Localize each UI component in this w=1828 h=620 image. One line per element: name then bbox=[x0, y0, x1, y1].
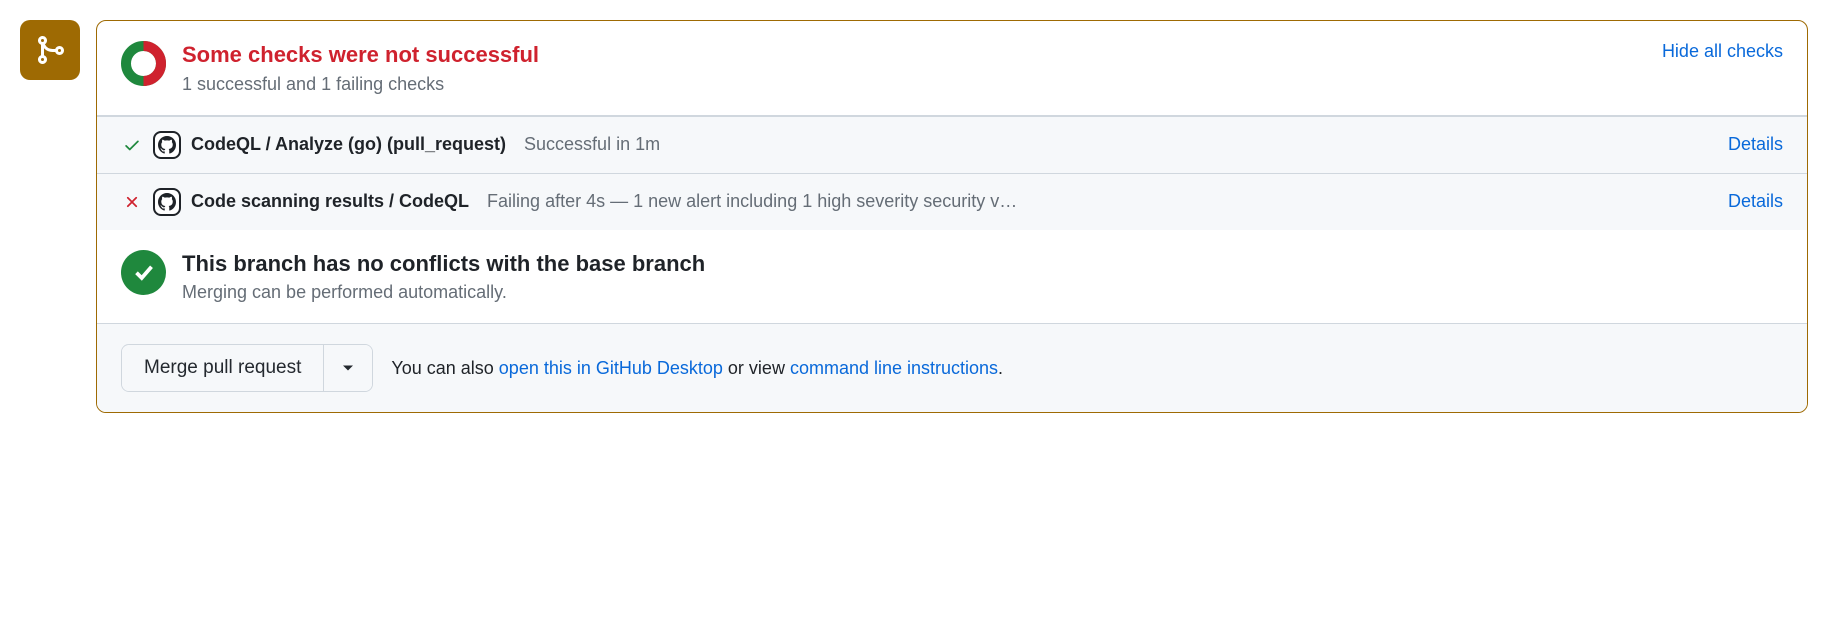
git-merge-icon bbox=[34, 34, 66, 66]
check-description: Failing after 4s — 1 new alert including… bbox=[487, 191, 1718, 212]
conflict-title: This branch has no conflicts with the ba… bbox=[182, 250, 1783, 279]
merge-pull-request-button[interactable]: Merge pull request bbox=[122, 345, 323, 391]
open-github-desktop-link[interactable]: open this in GitHub Desktop bbox=[499, 358, 723, 378]
check-name: Code scanning results / CodeQL bbox=[191, 191, 469, 212]
check-fail-icon bbox=[121, 191, 143, 213]
conflict-subtitle: Merging can be performed automatically. bbox=[182, 282, 1783, 303]
checks-status-title: Some checks were not successful bbox=[182, 41, 1646, 70]
merge-footer-text: You can also open this in GitHub Desktop… bbox=[391, 358, 1003, 379]
check-details-link[interactable]: Details bbox=[1728, 191, 1783, 212]
footer-suffix: . bbox=[998, 358, 1003, 378]
merge-status-box: Some checks were not successful 1 succes… bbox=[96, 20, 1808, 413]
status-donut-icon bbox=[121, 41, 166, 86]
check-description: Successful in 1m bbox=[524, 134, 1718, 155]
hide-all-checks-link[interactable]: Hide all checks bbox=[1662, 41, 1783, 62]
merge-button-group: Merge pull request bbox=[121, 344, 373, 392]
command-line-link[interactable]: command line instructions bbox=[790, 358, 998, 378]
github-app-icon bbox=[153, 188, 181, 216]
footer-prefix: You can also bbox=[391, 358, 498, 378]
conflict-status-section: This branch has no conflicts with the ba… bbox=[97, 230, 1807, 324]
check-row: CodeQL / Analyze (go) (pull_request) Suc… bbox=[97, 116, 1807, 173]
checks-status-subtitle: 1 successful and 1 failing checks bbox=[182, 74, 1646, 95]
check-details-link[interactable]: Details bbox=[1728, 134, 1783, 155]
success-circle-icon bbox=[121, 250, 166, 295]
check-row: Code scanning results / CodeQL Failing a… bbox=[97, 173, 1807, 230]
merge-footer: Merge pull request You can also open thi… bbox=[97, 323, 1807, 412]
checks-status-section: Some checks were not successful 1 succes… bbox=[97, 21, 1807, 116]
footer-mid: or view bbox=[723, 358, 790, 378]
check-success-icon bbox=[121, 134, 143, 156]
checks-list: CodeQL / Analyze (go) (pull_request) Suc… bbox=[97, 116, 1807, 230]
check-name: CodeQL / Analyze (go) (pull_request) bbox=[191, 134, 506, 155]
git-merge-timeline-badge bbox=[20, 20, 80, 80]
chevron-down-icon bbox=[342, 364, 354, 372]
github-app-icon bbox=[153, 131, 181, 159]
merge-options-dropdown[interactable] bbox=[323, 345, 372, 391]
